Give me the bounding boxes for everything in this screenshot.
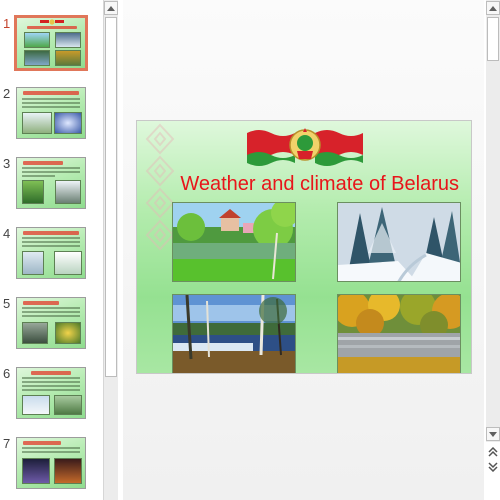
slide-number: 1 [3, 16, 11, 31]
slide-preview [16, 297, 86, 349]
slide-thumbnail-6[interactable]: 6 [0, 366, 103, 424]
scroll-up-icon[interactable] [486, 1, 500, 15]
slide-title[interactable]: Weather and climate of Belarus [173, 173, 459, 196]
scroll-thumb[interactable] [487, 17, 499, 61]
slide-number: 3 [3, 156, 11, 171]
slide-thumbnail-3[interactable]: 3 [0, 156, 103, 214]
scroll-down-icon[interactable] [486, 427, 500, 441]
previous-slide-icon[interactable] [486, 445, 500, 459]
spring-lake-photo[interactable] [172, 294, 296, 373]
thumbnails-scrollbar[interactable] [104, 0, 118, 500]
slide-number: 4 [3, 226, 11, 241]
editor-scrollbar[interactable] [486, 0, 500, 442]
slide-thumbnail-1[interactable]: 1 [0, 15, 103, 74]
slide-preview [16, 87, 86, 139]
autumn-forest-photo[interactable] [337, 294, 461, 373]
slide-preview [16, 437, 86, 489]
slide-thumbnail-2[interactable]: 2 [0, 86, 103, 144]
slide-preview [16, 227, 86, 279]
slide-number: 6 [3, 366, 11, 381]
slide-thumbnail-5[interactable]: 5 [0, 296, 103, 354]
slide-thumbnail-4[interactable]: 4 [0, 226, 103, 284]
slide-preview [16, 367, 86, 419]
slide-number: 2 [3, 86, 11, 101]
winter-forest-photo[interactable] [337, 202, 461, 282]
presentation-app: 1 2 3 4 5 6 7 Weather and climate of Bel… [0, 0, 500, 500]
belarus-flags-emblem [247, 128, 363, 166]
current-slide[interactable]: Weather and climate of Belarus [136, 120, 472, 374]
slide-thumbnails-panel: 1 2 3 4 5 6 7 [0, 0, 104, 500]
scroll-up-icon[interactable] [104, 1, 118, 15]
summer-lake-photo[interactable] [172, 202, 296, 282]
slide-thumbnail-7[interactable]: 7 [0, 436, 103, 494]
scroll-thumb[interactable] [105, 17, 117, 377]
slide-preview [16, 157, 86, 209]
slide-preview [14, 15, 88, 71]
slide-number: 7 [3, 436, 11, 451]
next-slide-icon[interactable] [486, 460, 500, 474]
slide-number: 5 [3, 296, 11, 311]
